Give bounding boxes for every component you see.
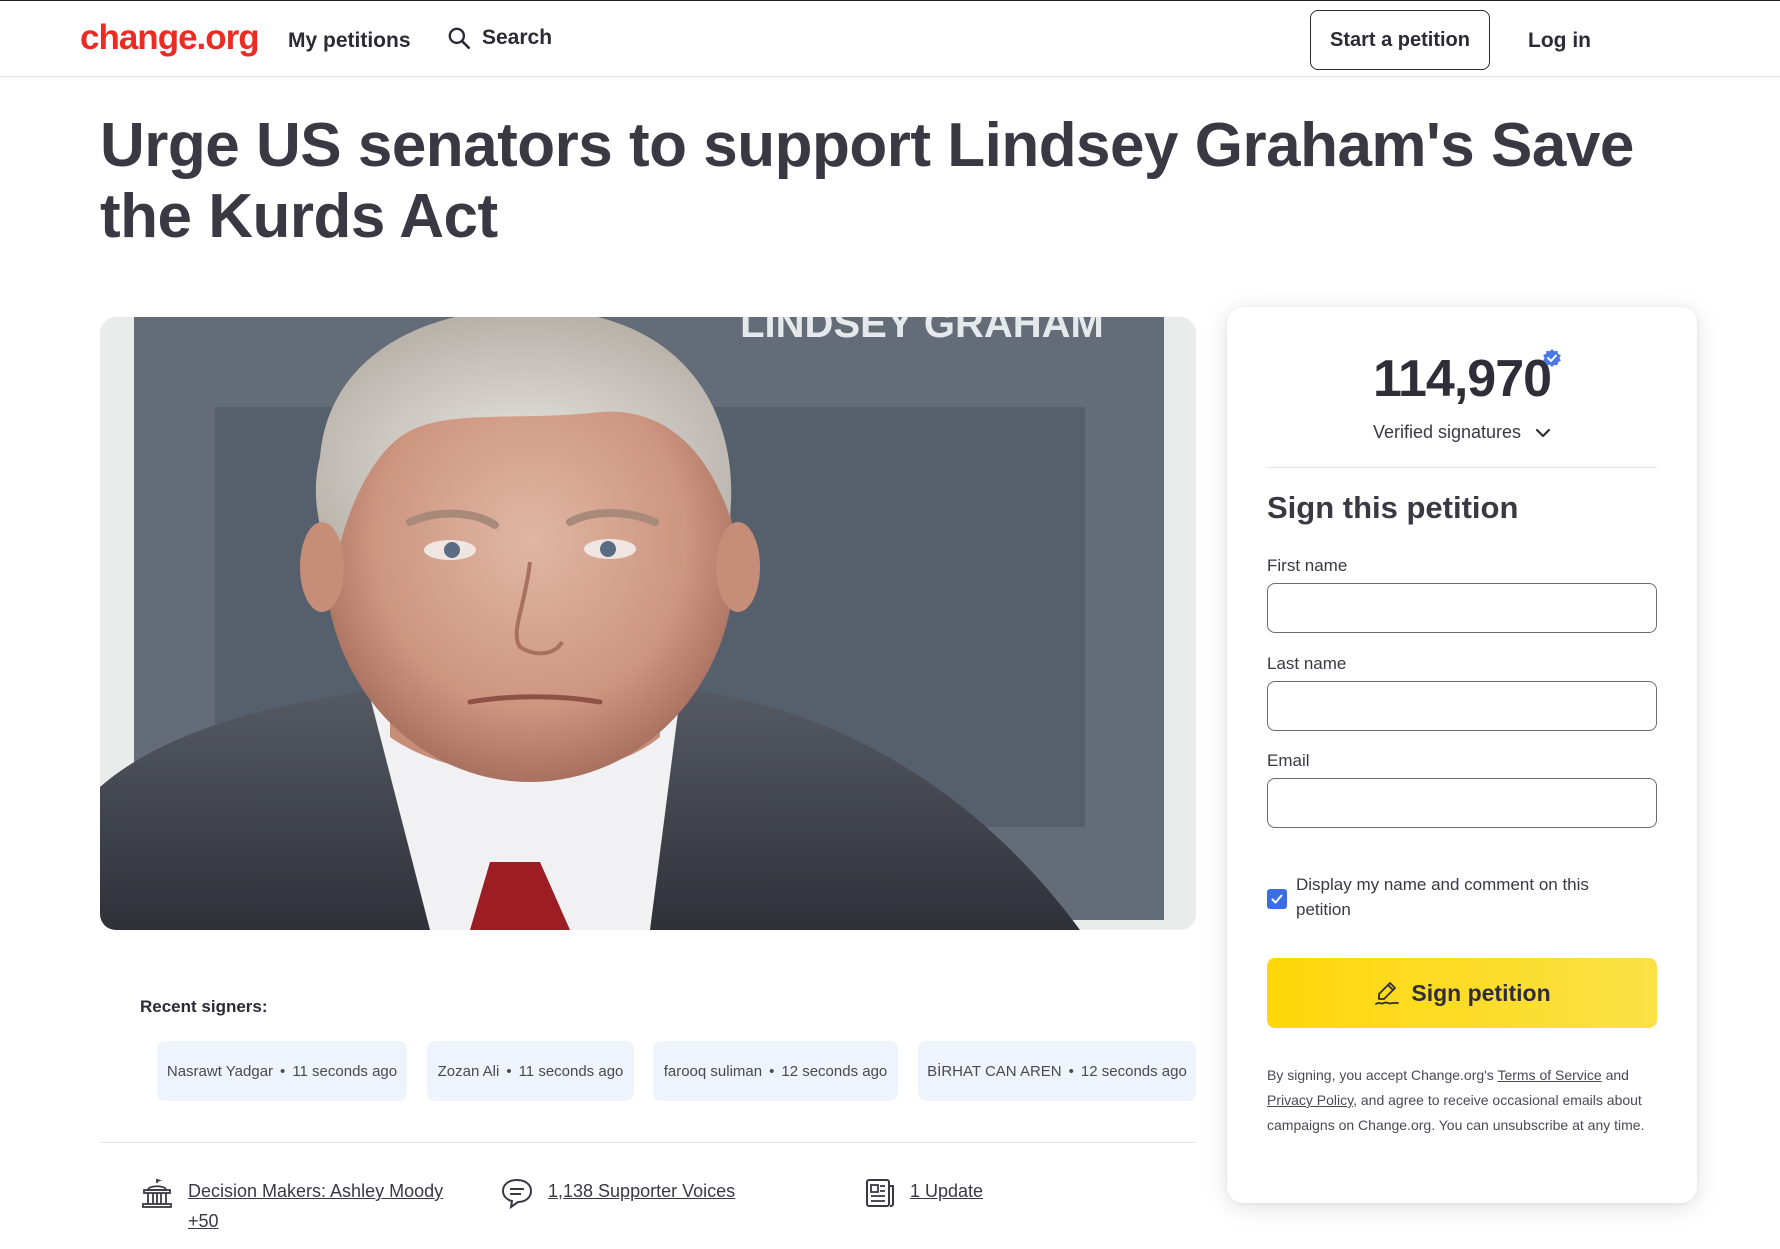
signer-name: BİRHAT CAN AREN [927,1062,1062,1080]
login-link[interactable]: Log in [1528,29,1591,53]
email-label: Email [1267,751,1310,770]
section-divider [100,1142,1196,1143]
my-petitions-link[interactable]: My petitions [288,29,411,53]
search-label: Search [482,26,553,49]
petition-title: Urge US senators to support Lindsey Grah… [100,111,1634,251]
separator-dot: • [769,1062,775,1080]
sign-petition-label: Sign petition [1411,979,1551,1006]
decision-makers-link[interactable]: Decision Makers: Ashley Moody [188,1176,443,1206]
verified-signatures-label: Verified signatures [1372,422,1522,442]
email-field[interactable] [1267,778,1657,828]
image-banner-text: LINDSEY GRAHAM [740,317,1104,346]
signer-time: 11 seconds ago [518,1062,624,1080]
capitol-building-icon [142,1179,172,1208]
privacy-policy-link[interactable]: Privacy Policy [1267,1092,1353,1108]
legal-text: By signing, you accept Change.org's [1267,1067,1498,1083]
display-name-checkbox-label[interactable]: Display my name and comment on this peti… [1296,872,1636,922]
supporter-voices-stat: 1,138 Supporter Voices [500,1176,735,1210]
search-link[interactable]: Search [446,25,552,51]
sign-petition-heading: Sign this petition [1267,490,1519,525]
search-icon [448,27,471,50]
pen-signature-icon [1375,982,1400,1005]
newspaper-icon [866,1179,894,1207]
last-name-label: Last name [1267,654,1347,673]
separator-dot: • [1068,1062,1074,1080]
legal-text: and [1601,1067,1629,1083]
verified-badge-icon [1543,349,1561,367]
sign-petition-card: 114,970 Verified signatures Sign this pe… [1227,307,1697,1203]
card-divider [1267,467,1657,468]
legal-disclaimer: By signing, you accept Change.org's Term… [1267,1063,1662,1138]
petition-image: LINDSEY GRAHAM [100,317,1196,930]
verified-signatures-toggle[interactable]: Verified signatures [1227,422,1697,443]
signer-time: 12 seconds ago [1080,1062,1187,1080]
start-petition-button[interactable]: Start a petition [1310,10,1490,70]
recent-signer-chip: farooq suliman • 12 seconds ago [653,1041,898,1101]
signer-time: 11 seconds ago [292,1062,398,1080]
recent-signers-label: Recent signers: [140,997,268,1016]
last-name-field[interactable] [1267,681,1657,731]
supporter-voices-link[interactable]: 1,138 Supporter Voices [548,1176,735,1206]
signer-name: Nasrawt Yadgar [166,1062,274,1080]
updates-link[interactable]: 1 Update [910,1176,983,1206]
separator-dot: • [280,1062,286,1080]
updates-stat: 1 Update [862,1176,983,1210]
top-navigation-bar: change.org My petitions Search Start a p… [0,0,1780,77]
recent-signer-chip: Zozan Ali • 11 seconds ago [427,1041,634,1101]
signer-name: Zozan Ali [437,1062,500,1080]
first-name-field[interactable] [1267,583,1657,633]
display-name-checkbox[interactable] [1267,889,1287,909]
signer-name: farooq suliman [663,1062,763,1080]
sign-petition-button[interactable]: Sign petition [1267,958,1657,1028]
separator-dot: • [506,1062,512,1080]
signer-time: 12 seconds ago [781,1062,888,1080]
speech-bubble-icon [501,1178,533,1210]
first-name-label: First name [1267,556,1348,575]
checkmark-icon [1271,894,1283,904]
terms-of-service-link[interactable]: Terms of Service [1497,1067,1601,1083]
change-org-logo[interactable]: change.org [80,18,260,58]
portrait-illustration: LINDSEY GRAHAM [100,317,1196,930]
chevron-down-icon [1535,428,1551,437]
signature-count: 114,970 [1372,350,1552,408]
decision-makers-stat: Decision Makers: Ashley Moody +50 [140,1176,443,1236]
recent-signer-chip: Nasrawt Yadgar • 11 seconds ago [157,1041,407,1101]
decision-makers-more-link[interactable]: +50 [188,1206,443,1236]
recent-signer-chip: BİRHAT CAN AREN • 12 seconds ago [918,1041,1196,1101]
